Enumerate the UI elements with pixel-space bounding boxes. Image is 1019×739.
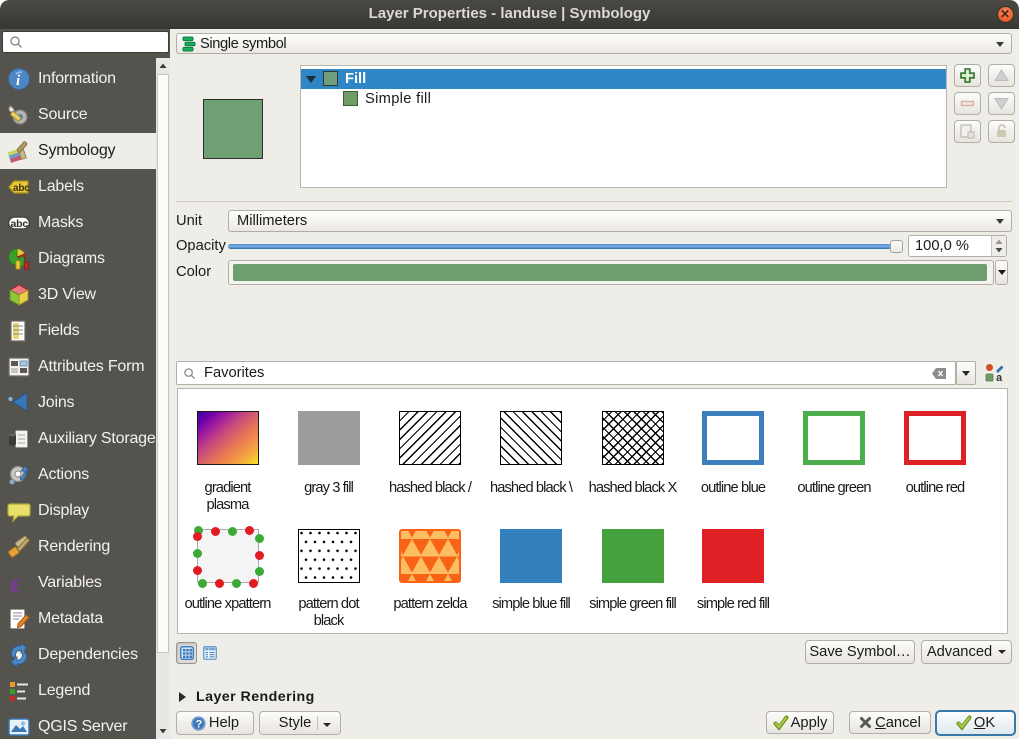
svg-text:abc: abc (13, 183, 30, 194)
svg-text:abc: abc (11, 218, 29, 230)
svg-text:?: ? (195, 718, 202, 730)
svg-text:ε: ε (10, 571, 21, 595)
svg-text:a: a (996, 372, 1003, 383)
